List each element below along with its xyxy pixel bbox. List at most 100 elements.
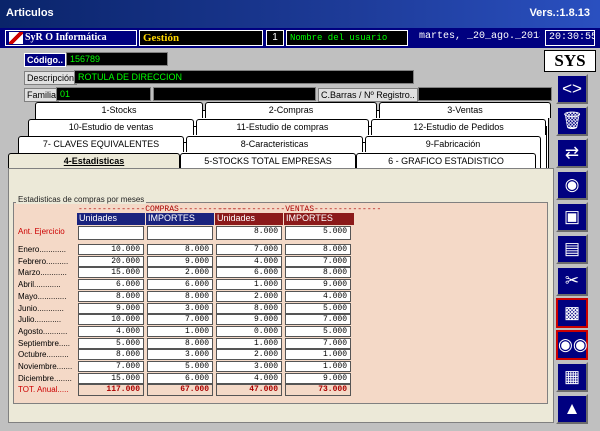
sys-doc-icon[interactable]: ▤ [556, 234, 588, 264]
month-row-cell[interactable]: 10.000 [78, 314, 144, 326]
session-number: 1 [266, 30, 284, 46]
familia-desc-field[interactable] [153, 87, 316, 101]
month-row-cell[interactable]: 5.000 [285, 302, 351, 314]
month-row-cell[interactable]: 7.000 [147, 314, 213, 326]
month-row-cell[interactable]: 6.000 [147, 372, 213, 384]
stats-group-title: Estadisticas de compras por meses [16, 195, 147, 204]
tab-fabricacion[interactable]: 9-Fabricación [365, 136, 541, 152]
month-row-cell[interactable]: 2.000 [216, 349, 282, 361]
month-row-label: Mayo............. [18, 291, 67, 301]
month-row-cell[interactable]: 15.000 [78, 372, 144, 384]
month-row-cell[interactable]: 8.000 [147, 337, 213, 349]
month-row-cell[interactable]: 9.000 [147, 255, 213, 267]
month-row-label: Febrero.......... [18, 256, 69, 266]
binoculars-icon[interactable]: ◉◉ [556, 330, 588, 360]
month-row-cell[interactable]: 8.000 [147, 244, 213, 255]
month-row-cell[interactable]: 4.000 [216, 372, 282, 384]
month-row-cell[interactable]: 5.000 [147, 361, 213, 372]
transfer-arrows-icon[interactable]: ⇄ [556, 138, 588, 168]
month-row-label: Enero............ [18, 245, 67, 254]
tab-stocks-total-empresas[interactable]: 5-STOCKS TOTAL EMPRESAS [180, 153, 356, 169]
terminal-icon[interactable]: ▩ [556, 298, 588, 328]
month-row-cell[interactable]: 5.000 [285, 325, 351, 337]
tab-estadisticas[interactable]: 4-Estadisticas [8, 153, 180, 169]
month-row-cell[interactable]: 6.000 [147, 279, 213, 291]
sys-badge: SYS [544, 50, 596, 72]
month-row-cell[interactable]: 10.000 [78, 244, 144, 255]
month-row-cell[interactable]: 7.000 [285, 255, 351, 267]
window-titlebar[interactable]: Articulos Vers.:1.8.13 [0, 0, 600, 28]
tab-grafico-estadistico[interactable]: 6 - GRAFICO ESTADISTICO [356, 153, 536, 169]
exit-door-icon[interactable]: ▲ [556, 394, 588, 424]
month-row-cell[interactable]: 5.000 [78, 337, 144, 349]
camera-icon[interactable]: ▣ [556, 202, 588, 232]
tab-estudio-pedidos[interactable]: 12-Estudio de Pedidos [371, 119, 546, 135]
total-row-cell[interactable]: 117.000 [78, 384, 144, 396]
month-row-cell[interactable]: 7.000 [285, 314, 351, 326]
month-row-cell[interactable]: 2.000 [216, 290, 282, 302]
month-row-cell[interactable]: 8.000 [285, 267, 351, 279]
month-row-cell[interactable]: 15.000 [78, 267, 144, 279]
tab-ventas[interactable]: 3-Ventas [379, 102, 551, 118]
eye-icon[interactable]: ◉ [556, 170, 588, 200]
ant-ejercicio-row-cell[interactable] [147, 226, 213, 240]
month-row-cell[interactable]: 7.000 [285, 337, 351, 349]
month-row-cell[interactable]: 6.000 [216, 267, 282, 279]
month-row-label: Marzo............ [18, 268, 67, 278]
trash-icon[interactable]: 🗑 [556, 106, 588, 136]
month-row-cell[interactable]: 0.000 [216, 325, 282, 337]
month-row-cell[interactable]: 7.000 [78, 361, 144, 372]
scissors-doc-icon[interactable]: ✂ [556, 266, 588, 296]
tab-claves-equivalentes[interactable]: 7- CLAVES EQUIVALENTES [18, 136, 184, 152]
nav-arrows-icon[interactable]: <> [556, 74, 588, 104]
month-row-cell[interactable]: 9.000 [285, 372, 351, 384]
save-disk-icon[interactable]: ▦ [556, 362, 588, 392]
month-row-cell[interactable]: 3.000 [147, 349, 213, 361]
tab-estudio-compras[interactable]: 11-Estudio de compras [196, 119, 369, 135]
month-row-cell[interactable]: 9.000 [78, 302, 144, 314]
month-row-cell[interactable]: 8.000 [147, 290, 213, 302]
total-row-cell[interactable]: 47.000 [216, 384, 282, 396]
date-display: martes, _20_ago._2013 [416, 30, 540, 46]
month-row-cell[interactable]: 8.000 [78, 349, 144, 361]
ant-ejercicio-row-cell[interactable]: 8.000 [216, 226, 282, 240]
month-row-cell[interactable]: 1.000 [285, 361, 351, 372]
codigo-input[interactable]: 156789 [66, 52, 168, 66]
tab-caracteristicas[interactable]: 8-Caracteristicas [186, 136, 363, 152]
month-row-cell[interactable]: 7.000 [216, 244, 282, 255]
month-row-cell[interactable]: 2.000 [147, 267, 213, 279]
tab-estudio-ventas[interactable]: 10-Estudio de ventas [28, 119, 194, 135]
month-row-cell[interactable]: 3.000 [216, 361, 282, 372]
familia-input[interactable]: 01 [56, 87, 151, 101]
tab-stocks[interactable]: 1-Stocks [35, 102, 203, 118]
month-row-cell[interactable]: 1.000 [216, 279, 282, 291]
month-row-label: Octubre.......... [18, 350, 69, 360]
month-row-cell[interactable]: 4.000 [285, 290, 351, 302]
ant-ejercicio-row-cell[interactable] [78, 226, 144, 240]
total-row-cell[interactable]: 67.000 [147, 384, 213, 396]
month-row-cell[interactable]: 8.000 [216, 302, 282, 314]
total-row-label: TOT. Anual..... [18, 385, 69, 394]
month-row-cell[interactable]: 8.000 [78, 290, 144, 302]
total-row-cell[interactable]: 73.000 [285, 384, 351, 396]
descripcion-input[interactable]: ROTULA DE DIRECCION [74, 70, 414, 84]
month-row-cell[interactable]: 1.000 [147, 325, 213, 337]
ant-ejercicio-row-cell[interactable]: 5.000 [285, 226, 351, 240]
month-row-cell[interactable]: 9.000 [216, 314, 282, 326]
col-compras-unidades: Unidades [77, 213, 145, 225]
barras-input[interactable] [418, 87, 552, 101]
barras-label: C.Barras / Nº Registro.. [318, 88, 418, 102]
month-row-cell[interactable]: 4.000 [216, 255, 282, 267]
month-row-cell[interactable]: 1.000 [285, 349, 351, 361]
month-row-cell[interactable]: 3.000 [147, 302, 213, 314]
tab-compras[interactable]: 2-Compras [205, 102, 377, 118]
month-row-cell[interactable]: 20.000 [78, 255, 144, 267]
month-row-cell[interactable]: 9.000 [285, 279, 351, 291]
month-row-cell[interactable]: 4.000 [78, 325, 144, 337]
month-row-cell[interactable]: 1.000 [216, 337, 282, 349]
module-label: Gestión [139, 30, 263, 46]
month-row-label: Agosto........... [18, 326, 68, 336]
month-row-cell[interactable]: 6.000 [78, 279, 144, 291]
company-logo: SyR O Informática [5, 30, 137, 46]
month-row-cell[interactable]: 8.000 [285, 244, 351, 255]
